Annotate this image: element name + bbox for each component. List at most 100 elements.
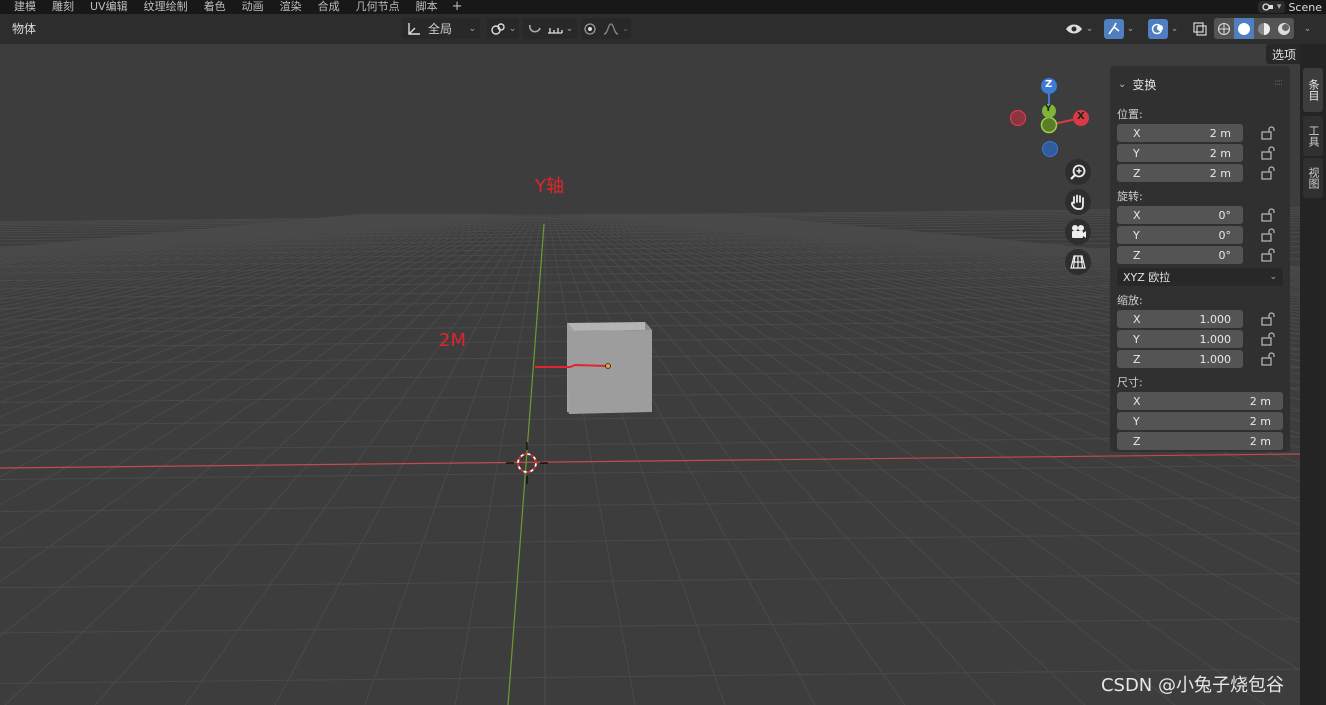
negative-y-gizmo-handle[interactable]: [1040, 116, 1058, 134]
field-axis-label: Y: [1133, 228, 1140, 242]
transform-orientation-dropdown[interactable]: 全局 ⌄: [402, 18, 480, 39]
field-value: 2 m: [1249, 414, 1271, 428]
location-x-field[interactable]: X 2 m: [1117, 124, 1243, 142]
tab-tool[interactable]: 工具: [1303, 116, 1323, 156]
field-axis-label: X: [1133, 312, 1141, 326]
workspace-tab-scripting[interactable]: 脚本: [408, 0, 446, 14]
x-axis-line: [0, 453, 1300, 469]
y-axis-annotation: Y轴: [535, 176, 564, 197]
rotation-y-field[interactable]: Y 0°: [1117, 226, 1243, 244]
lock-icon[interactable]: [1260, 332, 1276, 346]
overlays-toggle[interactable]: ⌄: [1144, 18, 1182, 39]
rotation-x-field[interactable]: X 0°: [1117, 206, 1243, 224]
lock-icon[interactable]: [1260, 312, 1276, 326]
location-y-field[interactable]: Y 2 m: [1117, 144, 1243, 162]
workspace-tab-animation[interactable]: 动画: [234, 0, 272, 14]
field-axis-label: Z: [1133, 352, 1141, 366]
3d-cursor-icon[interactable]: [506, 442, 548, 484]
field-axis-label: Y: [1133, 332, 1140, 346]
xray-icon: [1193, 21, 1207, 36]
wireframe-shading-icon[interactable]: [1214, 18, 1234, 39]
lock-icon[interactable]: [1260, 166, 1276, 180]
visibility-dropdown[interactable]: ⌄: [1062, 18, 1096, 39]
field-axis-label: X: [1133, 208, 1141, 222]
chevron-down-icon: ⌄: [508, 23, 517, 34]
lock-icon[interactable]: [1260, 352, 1276, 366]
scene-name-field[interactable]: Scene: [1288, 1, 1326, 14]
perspective-toggle-button[interactable]: [1065, 249, 1091, 275]
workspace-tab-geometry-nodes[interactable]: 几何节点: [348, 0, 408, 14]
field-axis-label: Y: [1133, 146, 1140, 160]
lock-icon[interactable]: [1260, 208, 1276, 222]
lock-icon[interactable]: [1260, 126, 1276, 140]
gizmo-toggle[interactable]: ⌄: [1100, 18, 1138, 39]
rotation-mode-dropdown[interactable]: XYZ 欧拉 ⌄: [1117, 268, 1283, 286]
workspace-tab-shading[interactable]: 着色: [196, 0, 234, 14]
camera-icon: [1072, 225, 1086, 238]
negative-x-gizmo-handle[interactable]: [1009, 109, 1027, 127]
field-value: 2 m: [1209, 166, 1231, 180]
workspace-tab-modeling[interactable]: 建模: [0, 0, 44, 14]
field-value: 1.000: [1199, 332, 1232, 346]
pivot-point-dropdown[interactable]: ⌄: [487, 18, 519, 39]
object-menu[interactable]: 物体: [12, 18, 36, 39]
lock-icon[interactable]: [1260, 146, 1276, 160]
tab-view[interactable]: 视图: [1303, 158, 1323, 198]
chevron-down-icon: ▾: [1276, 2, 1282, 12]
gizmo-label-x: X: [1077, 111, 1085, 122]
zoom-icon: [1070, 164, 1086, 180]
field-value: 0°: [1218, 228, 1232, 242]
dimensions-label: 尺寸:: [1117, 376, 1143, 389]
dimensions-y-field[interactable]: Y 2 m: [1117, 412, 1283, 430]
workspace-tab-compositing[interactable]: 合成: [310, 0, 348, 14]
pivot-link-icon: [491, 22, 505, 35]
rotation-z-field[interactable]: Z 0°: [1117, 246, 1243, 264]
chevron-down-icon: ⌄: [1118, 79, 1127, 90]
dimensions-x-field[interactable]: X 2 m: [1117, 392, 1283, 410]
field-value: 2 m: [1209, 146, 1231, 160]
proportional-editing-icon: [584, 22, 596, 35]
pan-button[interactable]: [1065, 189, 1091, 215]
workspace-tab-sculpting[interactable]: 雕刻: [44, 0, 82, 14]
scene-browse-button[interactable]: ▾: [1257, 1, 1286, 13]
gizmo-icon: [1103, 18, 1124, 39]
scale-x-field[interactable]: X 1.000: [1117, 310, 1243, 328]
field-value: 1.000: [1199, 352, 1232, 366]
workspace-tab-rendering[interactable]: 渲染: [272, 0, 310, 14]
chevron-down-icon: ⌄: [1303, 23, 1312, 34]
lock-icon[interactable]: [1260, 228, 1276, 242]
object-origin-dot: [605, 363, 611, 369]
chevron-down-icon: ⌄: [1170, 23, 1179, 34]
eye-icon: [1065, 24, 1082, 33]
chevron-down-icon: ⌄: [1126, 23, 1135, 34]
zoom-button[interactable]: [1065, 159, 1091, 185]
chevron-down-icon: ⌄: [1269, 272, 1277, 282]
snap-controls[interactable]: ⌄: [523, 18, 577, 39]
transform-panel: ⌄ 变换 :::: 位置: X2 m Y2 m Z2 m 旋转: X 0° Y 0°…: [1110, 66, 1290, 452]
drag-handle-icon[interactable]: ::::: [1274, 78, 1283, 88]
negative-z-gizmo-handle[interactable]: [1042, 141, 1058, 157]
rendered-shading-icon[interactable]: [1274, 18, 1294, 39]
lock-icon[interactable]: [1260, 248, 1276, 262]
location-label: 位置:: [1117, 108, 1143, 121]
add-workspace-button[interactable]: +: [446, 0, 469, 14]
rotation-label: 旋转:: [1117, 190, 1143, 203]
transform-panel-title: 变换: [1132, 78, 1157, 92]
tab-item[interactable]: 条目: [1303, 68, 1323, 112]
workspace-tab-texture-paint[interactable]: 纹理绘制: [136, 0, 196, 14]
dimensions-z-field[interactable]: Z 2 m: [1117, 432, 1283, 450]
shading-mode-group: [1214, 18, 1294, 39]
scale-y-field[interactable]: Y 1.000: [1117, 330, 1243, 348]
camera-view-button[interactable]: [1065, 219, 1091, 245]
distance-annotation: 2M: [439, 330, 466, 351]
transform-panel-header[interactable]: ⌄ 变换: [1118, 76, 1156, 93]
proportional-editing-controls[interactable]: ⌄: [581, 18, 631, 39]
scale-z-field[interactable]: Z 1.000: [1117, 350, 1243, 368]
shading-options-dropdown[interactable]: ⌄: [1298, 18, 1314, 39]
solid-shading-icon[interactable]: [1234, 18, 1254, 39]
location-z-field[interactable]: Z 2 m: [1117, 164, 1243, 182]
material-shading-icon[interactable]: [1254, 18, 1274, 39]
xray-toggle[interactable]: [1190, 18, 1210, 39]
workspace-tab-uv-editing[interactable]: UV编辑: [82, 0, 136, 14]
3d-viewport[interactable]: Z X Y Y轴 2M CSDN @小兔子烧包谷: [0, 44, 1300, 705]
